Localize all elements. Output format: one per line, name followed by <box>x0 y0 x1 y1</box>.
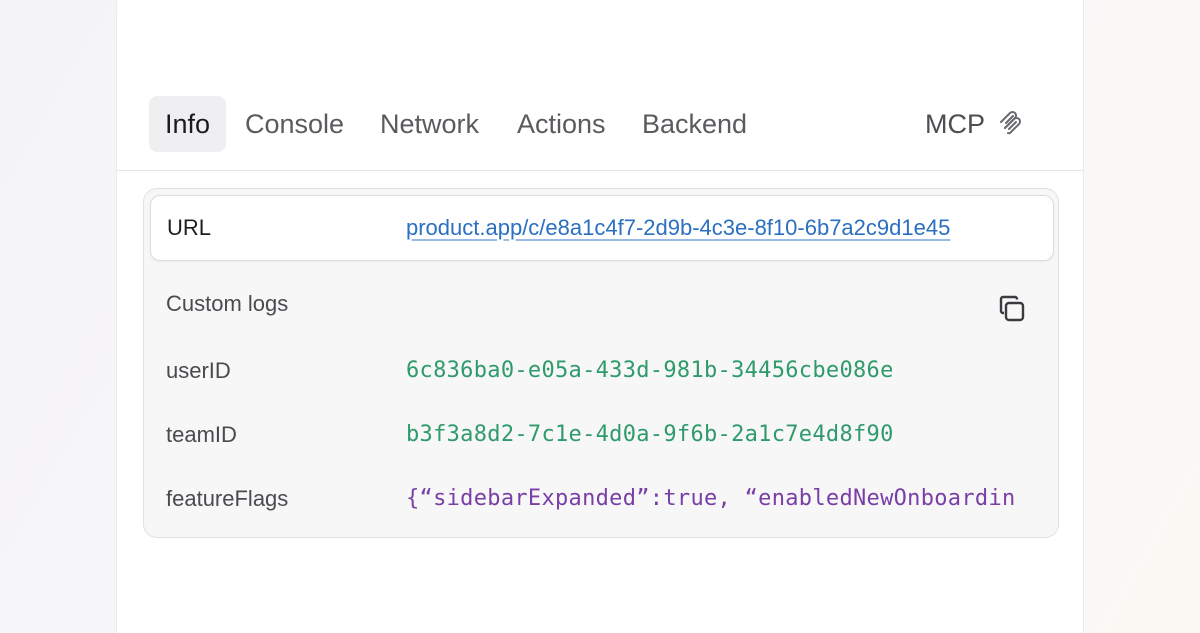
tab-mcp-label: MCP <box>925 109 985 139</box>
info-card: URL product.app/c/e8a1c4f7-2d9b-4c3e-8f1… <box>143 188 1059 538</box>
tab-divider <box>117 170 1083 171</box>
tab-backend[interactable]: Backend <box>642 96 747 152</box>
log-key: featureFlags <box>166 486 289 511</box>
log-value: 6c836ba0-e05a-433d-981b-34456cbe086e <box>406 358 894 383</box>
mcp-icon <box>995 109 1025 139</box>
tab-mcp[interactable]: MCP <box>925 96 1025 152</box>
tab-console[interactable]: Console <box>245 96 344 152</box>
tab-bar: Info Console Network Actions Backend MCP <box>117 96 1083 152</box>
url-label: URL <box>167 215 212 240</box>
log-row-featureflags: featureFlags {“sidebarExpanded”:true, “e… <box>144 479 1058 519</box>
log-row-userid: userID 6c836ba0-e05a-433d-981b-34456cbe0… <box>144 351 1058 391</box>
log-row-teamid: teamID b3f3a8d2-7c1e-4d0a-9f6b-2a1c7e4d8… <box>144 415 1058 455</box>
copy-icon <box>996 293 1028 325</box>
devtools-panel: Info Console Network Actions Backend MCP… <box>116 0 1084 633</box>
copy-button[interactable] <box>992 289 1032 329</box>
url-link[interactable]: product.app/c/e8a1c4f7-2d9b-4c3e-8f10-6b… <box>406 196 950 260</box>
log-key: userID <box>166 358 231 383</box>
log-value: {“sidebarExpanded”:true, “enabledNewOnbo… <box>406 486 1016 511</box>
custom-logs-title: Custom logs <box>166 291 289 316</box>
log-key: teamID <box>166 422 237 447</box>
log-value: b3f3a8d2-7c1e-4d0a-9f6b-2a1c7e4d8f90 <box>406 422 894 447</box>
tab-info[interactable]: Info <box>149 96 227 152</box>
tab-actions[interactable]: Actions <box>517 96 606 152</box>
url-row: URL product.app/c/e8a1c4f7-2d9b-4c3e-8f1… <box>150 195 1054 261</box>
tab-network[interactable]: Network <box>380 96 479 152</box>
